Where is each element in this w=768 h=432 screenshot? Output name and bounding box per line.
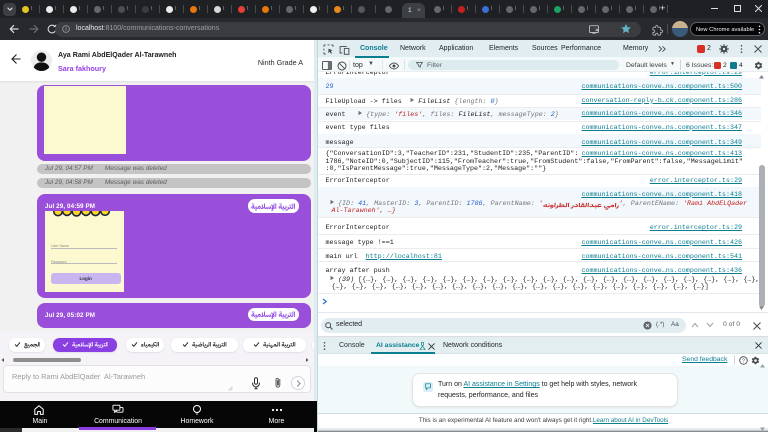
svg-text:?: ? — [742, 358, 745, 364]
